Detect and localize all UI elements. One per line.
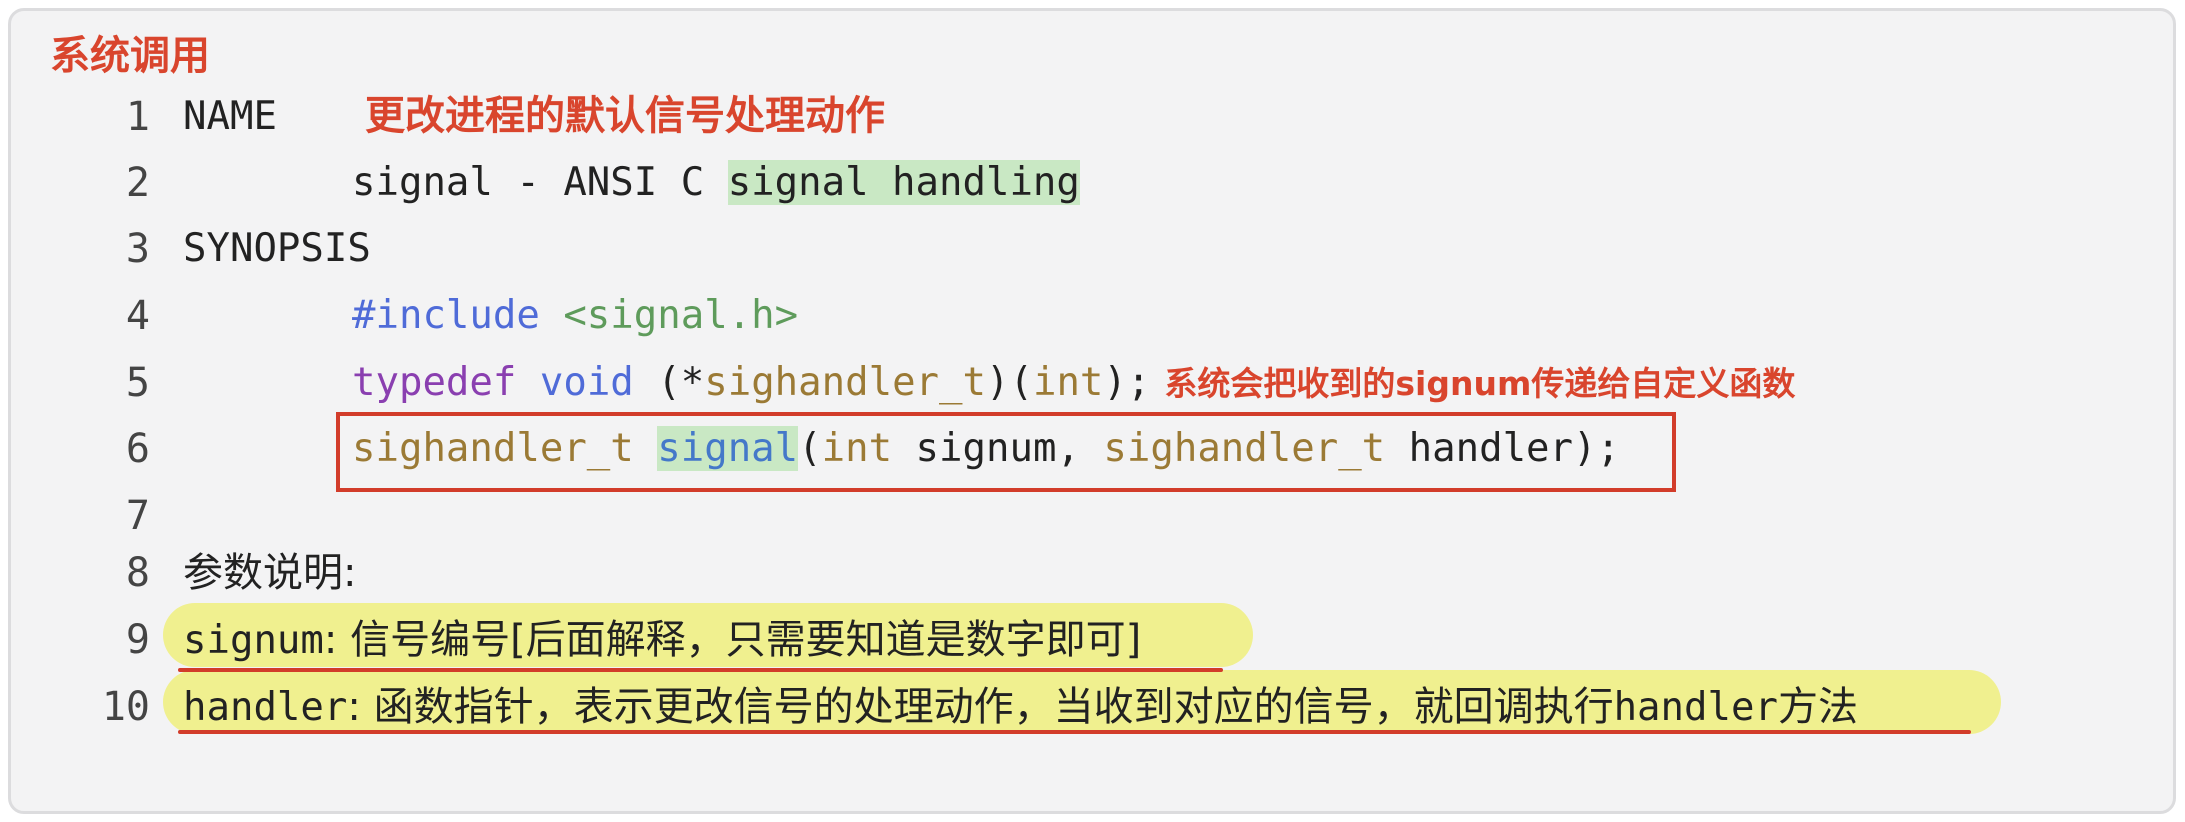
page-title: 系统调用: [50, 33, 210, 79]
name-annotation: 更改进程的默认信号处理动作: [365, 93, 885, 139]
int-type: int: [1032, 360, 1104, 405]
handler-description-end: 方法: [1777, 684, 1858, 730]
typedef-annotation: 系统会把收到的signum传递给自定义函数: [1164, 364, 1796, 403]
signum-description: : 信号编号[后面解释，只需要知道是数字即可]: [323, 617, 1142, 663]
handler-description: : 函数指针，表示更改信号的处理动作，当收到对应的信号，就回调执行: [347, 684, 1614, 730]
signal-function-name: signal: [657, 426, 799, 471]
punct: (: [798, 426, 822, 471]
signal-desc: signal - ANSI C: [352, 160, 728, 205]
return-typename: sighandler_t: [352, 426, 634, 471]
code-text: NAME: [183, 94, 277, 139]
punct: )(: [986, 360, 1033, 405]
typedef-keyword: typedef: [352, 360, 517, 405]
code-text: SYNOPSIS: [183, 226, 371, 271]
line-number: 5: [125, 360, 150, 406]
line-number: 9: [125, 617, 150, 663]
param-handler: handler);: [1385, 426, 1620, 471]
header-name: <signal.h>: [563, 293, 799, 338]
int-type: int: [821, 426, 893, 471]
param-typename: sighandler_t: [1103, 426, 1386, 471]
code-text: signal - ANSI C signal handling: [352, 150, 1080, 216]
punct: (*: [633, 360, 705, 405]
line-number: 2: [125, 160, 150, 206]
code-text: #include <signal.h>: [352, 283, 798, 349]
signum-term: signum: [183, 618, 324, 663]
code-text: signum: 信号编号[后面解释，只需要知道是数字即可]: [183, 607, 1141, 674]
code-text: handler: 函数指针，表示更改信号的处理动作，当收到对应的信号，就回调执行…: [183, 674, 1858, 741]
line-number: 3: [125, 226, 150, 272]
include-keyword: #include: [352, 293, 540, 338]
param-heading: 参数说明:: [183, 550, 357, 596]
line-number: 1: [125, 94, 150, 140]
signal-handling-highlight: signal handling: [727, 160, 1080, 205]
param-signum: signum,: [892, 426, 1104, 471]
line-number: 6: [125, 426, 150, 472]
code-text: typedef void (*sighandler_t)(int); 系统会把收到…: [352, 350, 1795, 417]
void-type: void: [539, 360, 634, 405]
line-number: 8: [125, 550, 150, 596]
sighandler-typename: sighandler_t: [704, 360, 986, 405]
handler-term: handler: [183, 685, 348, 730]
handler-term-2: handler: [1613, 685, 1778, 730]
line-number: 4: [125, 293, 150, 339]
code-text: sighandler_t signal(int signum, sighandl…: [352, 416, 1620, 482]
punct: );: [1103, 360, 1151, 405]
line-number: 10: [101, 684, 150, 730]
